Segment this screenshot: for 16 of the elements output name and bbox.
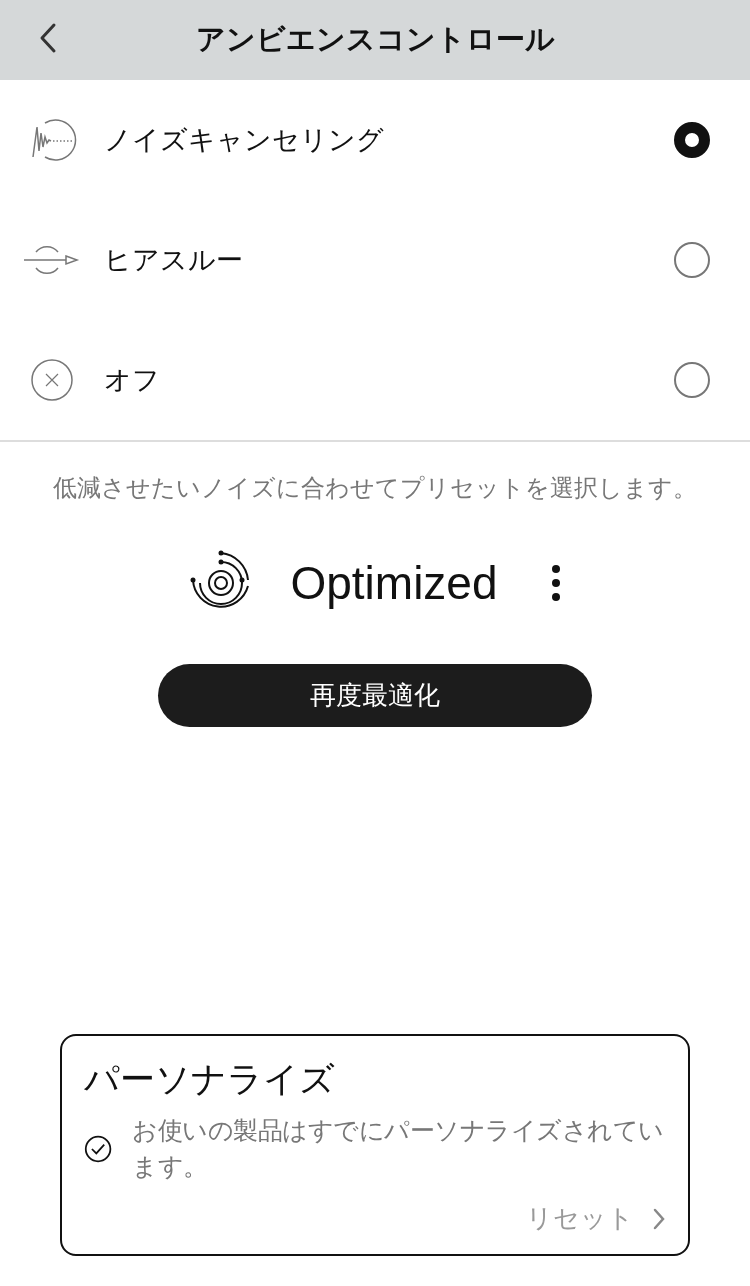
back-icon[interactable] — [38, 22, 58, 54]
check-circle-icon — [84, 1133, 113, 1165]
card-title: パーソナライズ — [84, 1058, 336, 1101]
chevron-icon — [652, 1206, 666, 1231]
mode-label: ノイズキャンセリング — [104, 123, 385, 157]
mode-label: オフ — [104, 363, 161, 397]
status-message: お使いの製品はすでにパーソナライズされています。 — [132, 1115, 665, 1183]
radio-button[interactable] — [674, 362, 710, 398]
reoptimize-button[interactable]: 再度最適化 — [158, 664, 592, 727]
radio-button[interactable] — [674, 242, 710, 278]
more-icon[interactable] — [549, 563, 562, 603]
mode-label: ヒアスルー — [104, 243, 244, 277]
hint-text: 低減させたいノイズに合わせてプリセットを選択します。 — [52, 473, 698, 504]
page-title: アンビエンスコントロール — [195, 21, 555, 58]
preset-name: Optimized — [290, 556, 498, 610]
radio-button[interactable] — [674, 122, 710, 158]
